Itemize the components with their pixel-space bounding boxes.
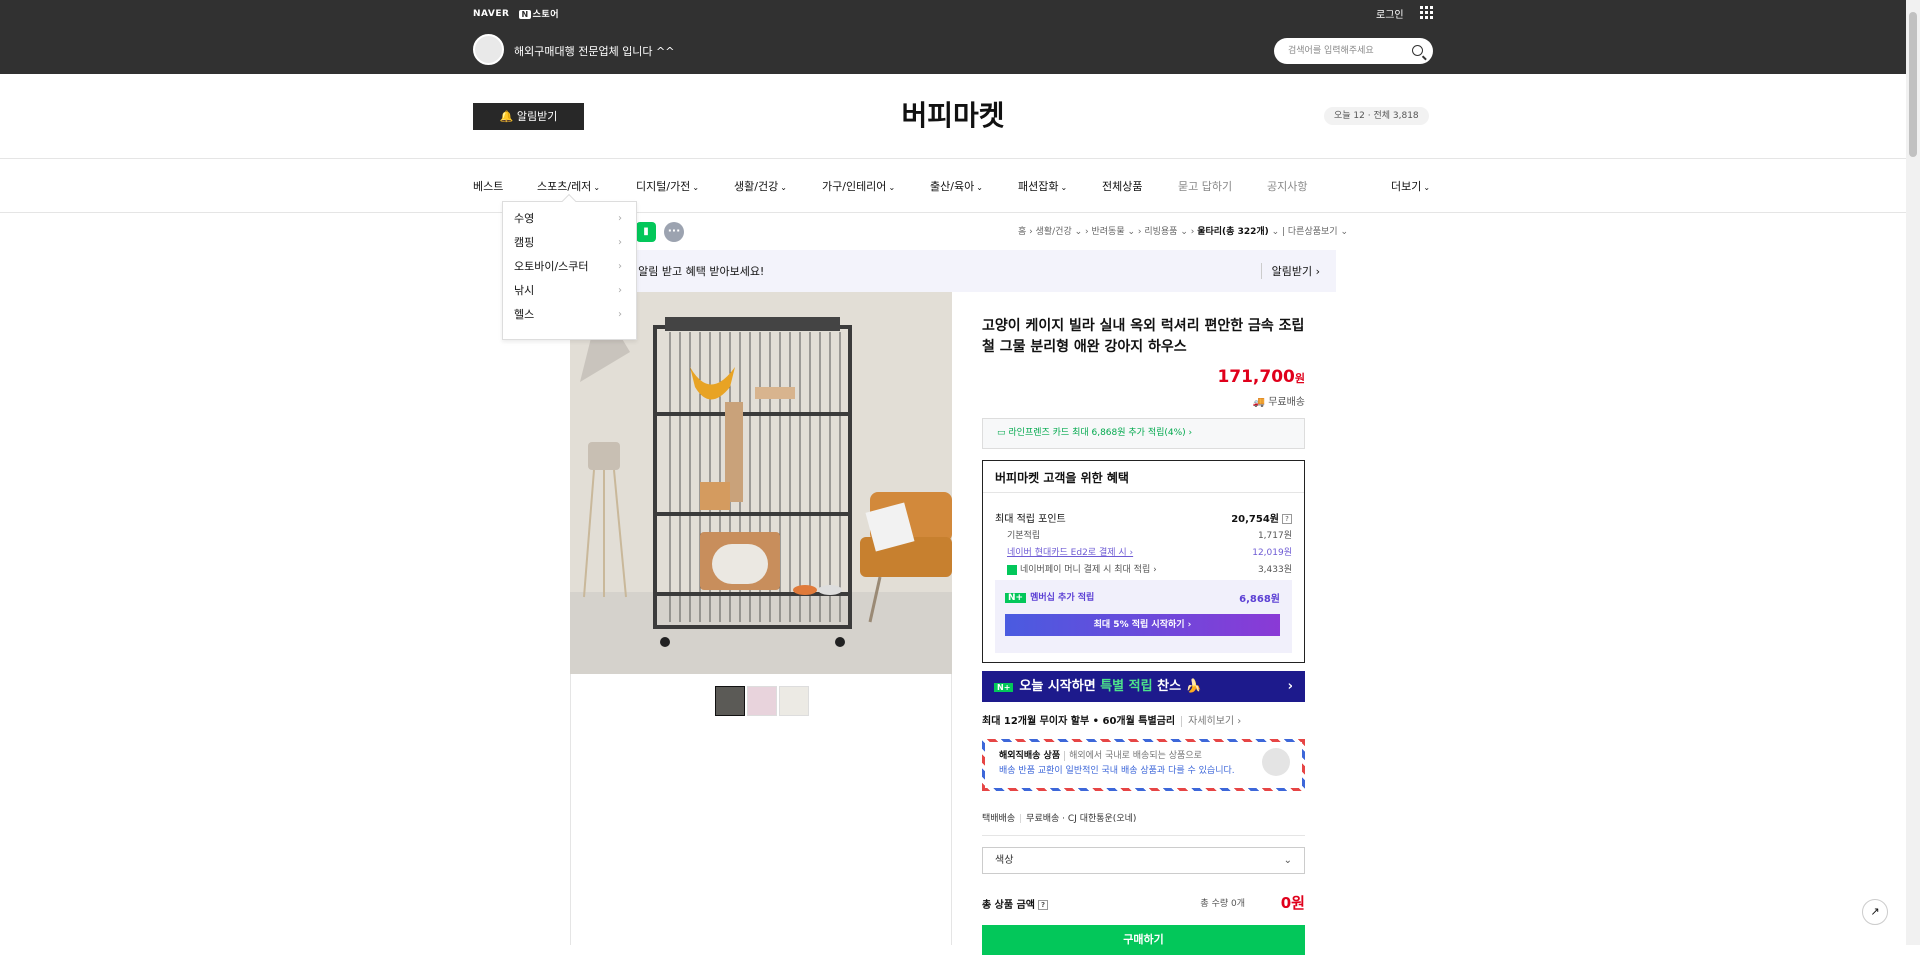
- help-icon[interactable]: ?: [1037, 900, 1048, 910]
- crumb-living-goods[interactable]: 리빙용품: [1144, 227, 1177, 237]
- buy-button[interactable]: 구매하기: [982, 925, 1305, 955]
- naver-brand[interactable]: NAVER N 스토어: [473, 7, 559, 21]
- nav-notice[interactable]: 공지사항: [1267, 178, 1307, 194]
- shop-description: 해외구매대행 전문업체 입니다 ^^: [514, 45, 675, 58]
- product-image[interactable]: [570, 292, 952, 674]
- help-icon[interactable]: ?: [1282, 514, 1292, 524]
- chevron-down-icon: ⌄: [888, 183, 896, 192]
- chevron-down-icon: ⌄: [1060, 183, 1068, 192]
- installment-info: 최대 12개월 무이자 할부 • 60개월 특별금리 자세히보기 ›: [982, 716, 1242, 727]
- crumb-pets[interactable]: 반려동물: [1091, 227, 1124, 237]
- chevron-down-icon: ⌄: [692, 183, 700, 192]
- shop-avatar[interactable]: [473, 34, 504, 65]
- delivery-info: 택배배송 | 무료배송 · CJ 대한통운(오네): [982, 811, 1305, 836]
- chevron-right-icon: ›: [618, 309, 622, 320]
- benefit-title: 버피마켓 고객을 위한 혜택: [983, 461, 1304, 493]
- npay-icon: [1007, 564, 1017, 575]
- store-header: 🔔 알림받기 버피마켓 오늘 12 · 전체 3,818: [0, 74, 1906, 159]
- nav-furniture[interactable]: 가구/인테리어 ⌄: [822, 178, 895, 194]
- chevron-down-icon: ⌄: [780, 183, 787, 192]
- chevron-down-icon: ⌄: [1423, 183, 1431, 192]
- crumb-living[interactable]: 생활/건강: [1036, 227, 1072, 237]
- membership-start-button[interactable]: 최대 5% 적립 시작하기 ›: [1005, 614, 1280, 636]
- search-icon[interactable]: [1412, 45, 1423, 56]
- nav-living[interactable]: 생활/건강 ⌄: [734, 178, 787, 194]
- apps-grid-icon[interactable]: [1420, 6, 1433, 19]
- cat-cage-illustration: [570, 292, 952, 674]
- naver-store-logo[interactable]: N 스토어: [519, 7, 559, 20]
- membership-banner[interactable]: N+ 오늘 시작하면 특별 적립 찬스 🍌 ›: [982, 671, 1305, 702]
- overseas-notice: 해외직배송 상품 해외에서 국내로 배송되는 상품으로 배송 반품 교환이 일반적…: [982, 739, 1305, 791]
- category-nav: 베스트 스포츠/레저 ⌄ 디지털/가전 ⌄ 생활/건강 ⌄ 가구/인테리어 ⌄ 출산/육…: [0, 159, 1906, 213]
- chevron-down-icon: ⌄: [593, 183, 601, 192]
- crumb-home[interactable]: 홈: [1018, 227, 1026, 237]
- crumb-fence[interactable]: 울타리(총 322개): [1197, 227, 1269, 237]
- search-placeholder: 검색어를 입력해주세요: [1288, 46, 1374, 56]
- share-fab-icon[interactable]: ↗: [1862, 899, 1888, 925]
- thumbnail-2[interactable]: [747, 686, 777, 716]
- card-promo-link[interactable]: ▭ 라인프렌즈 카드 최대 6,868원 추가 적립(4%) ›: [982, 418, 1305, 449]
- scrollbar[interactable]: [1906, 0, 1920, 945]
- nav-all-products[interactable]: 전체상품: [1102, 178, 1142, 194]
- membership-value: 6,868원: [1239, 594, 1280, 605]
- max-point-row: 최대 적립 포인트 20,754원?: [995, 510, 1292, 525]
- product-title: 고양이 케이지 빌라 실내 옥외 럭셔리 편안한 금속 조립 철 그물 분리형 …: [982, 318, 1305, 355]
- card-icon: ▭: [997, 428, 1006, 438]
- naver-topbar: NAVER N 스토어 로그인 해외구매대행 전문업체 입니다 ^^ 검색어를 입…: [0, 0, 1906, 74]
- nav-sports[interactable]: 스포츠/레저 ⌄: [537, 178, 600, 194]
- store-label: 스토어: [532, 10, 559, 20]
- nav-qna[interactable]: 묻고 답하기: [1178, 178, 1232, 194]
- notification-banner: 새알림 받고 혜택 받아보세요! 알림받기 ›: [570, 250, 1336, 292]
- npay-row[interactable]: 네이버페이 머니 결제 시 최대 적립 › 3,433원: [995, 562, 1292, 575]
- nav-baby[interactable]: 출산/육아 ⌄: [930, 178, 983, 194]
- notification-text: 새알림 받고 혜택 받아보세요!: [622, 265, 765, 278]
- notification-button[interactable]: 알림받기 ›: [1260, 263, 1320, 279]
- total-price-row: 총 상품 금액? 총 수량 0개 0원: [982, 894, 1305, 912]
- chevron-right-icon: ›: [618, 213, 622, 224]
- color-option-select[interactable]: 색상 ⌄: [982, 847, 1305, 874]
- bookmark-icon[interactable]: ▮: [636, 222, 656, 242]
- chevron-right-icon: ›: [1287, 679, 1293, 694]
- dropdown-item[interactable]: 오토바이/스쿠터 ›: [503, 259, 636, 283]
- thumbnail-3[interactable]: [779, 686, 809, 716]
- chevron-right-icon: ›: [618, 237, 622, 248]
- share-icons: ▮ ···: [636, 222, 684, 242]
- chevron-right-icon: ›: [618, 261, 622, 272]
- other-products-link[interactable]: 다른상품보기: [1288, 227, 1338, 237]
- sports-dropdown-menu: 수영 › 캠핑 › 오토바이/스쿠터 › 낚시 › 헬스 ›: [502, 193, 637, 340]
- more-icon[interactable]: ···: [664, 222, 684, 242]
- membership-box: N+ 멤버십 추가 적립 6,868원 최대 5% 적립 시작하기 ›: [995, 580, 1292, 653]
- nav-best[interactable]: 베스트: [473, 178, 503, 194]
- installment-detail-link[interactable]: 자세히보기 ›: [1181, 716, 1242, 727]
- nav-fashion[interactable]: 패션잡화 ⌄: [1018, 178, 1067, 194]
- benefit-box: 버피마켓 고객을 위한 혜택 최대 적립 포인트 20,754원? 기본적립 1,7…: [982, 460, 1305, 663]
- thumbnail-1[interactable]: [715, 686, 745, 716]
- hyundai-card-row[interactable]: 네이버 현대카드 Ed2로 결제 시 › 12,019원: [995, 545, 1292, 558]
- breadcrumb: 홈 › 생활/건강 ⌄ › 반려동물 ⌄ › 리빙용품 ⌄ › 울타리(총 32…: [1017, 227, 1348, 237]
- chevron-down-icon: ⌄: [1283, 855, 1292, 866]
- naver-logo[interactable]: NAVER: [473, 9, 509, 19]
- store-title[interactable]: 버피마켓: [0, 94, 1906, 134]
- product-price: 171,700원: [1217, 367, 1305, 387]
- nav-digital[interactable]: 디지털/가전 ⌄: [636, 178, 699, 194]
- store-badge: N: [519, 10, 531, 19]
- thumbnail-list: [715, 686, 809, 716]
- nav-more[interactable]: 더보기 ⌄: [1391, 178, 1430, 194]
- login-link[interactable]: 로그인: [1376, 6, 1404, 21]
- chevron-down-icon: ⌄: [976, 183, 983, 192]
- dropdown-item[interactable]: 낚시 ›: [503, 283, 636, 307]
- shipping-info: 🚚 무료배송: [1252, 397, 1305, 408]
- chevron-right-icon: ›: [618, 285, 622, 296]
- dropdown-item[interactable]: 수영 ›: [503, 211, 636, 235]
- basic-point-row: 기본적립 1,717원: [1007, 531, 1292, 541]
- dropdown-item[interactable]: 캠핑 ›: [503, 235, 636, 259]
- visitor-count: 오늘 12 · 전체 3,818: [1324, 107, 1429, 125]
- membership-label: N+ 멤버십 추가 적립: [1005, 590, 1094, 603]
- search-input[interactable]: 검색어를 입력해주세요: [1274, 38, 1433, 64]
- dropdown-item[interactable]: 헬스 ›: [503, 307, 636, 331]
- airplane-icon: [1262, 748, 1290, 776]
